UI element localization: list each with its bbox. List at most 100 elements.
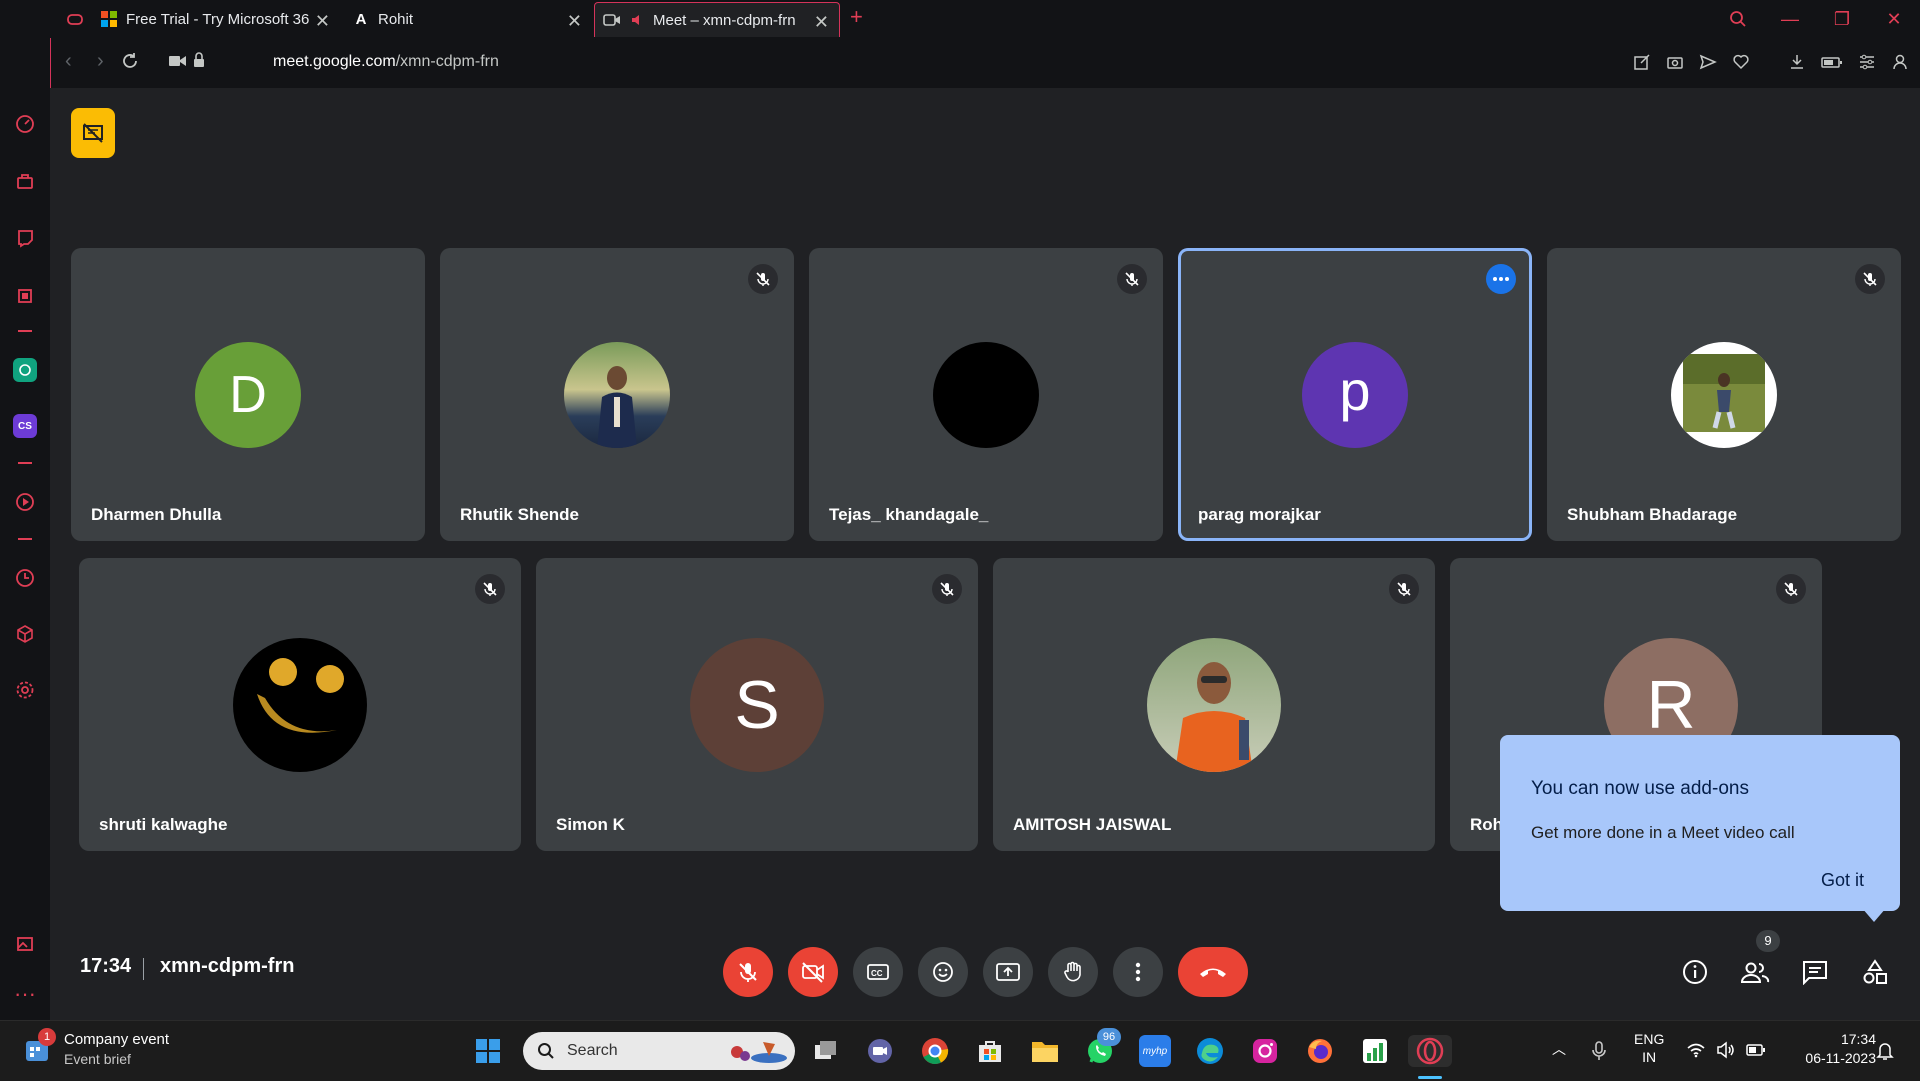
battery-saver-icon[interactable] (1821, 53, 1843, 71)
language-line1: ENG (1634, 1031, 1665, 1047)
got-it-button[interactable]: Got it (1821, 870, 1864, 891)
lock-icon[interactable] (193, 52, 205, 68)
start-button[interactable] (472, 1035, 504, 1067)
show-hidden-icons-chevron-icon[interactable]: ︿ (1552, 1039, 1566, 1059)
presentation-off-icon[interactable] (71, 108, 115, 158)
participant-tile-active[interactable]: p parag morajkar (1178, 248, 1532, 541)
participant-tile[interactable]: Rhutik Shende (440, 248, 794, 541)
file-explorer-button[interactable] (1029, 1035, 1061, 1067)
present-button[interactable] (983, 947, 1033, 997)
camera-indicator-icon[interactable] (169, 54, 187, 68)
notification-bell-icon[interactable] (1876, 1041, 1894, 1061)
history-icon[interactable] (13, 566, 37, 590)
chat-button[interactable] (1795, 952, 1835, 992)
meeting-details-button[interactable] (1675, 952, 1715, 992)
minimize-button[interactable]: — (1764, 9, 1816, 30)
opera-taskbar-button[interactable] (1408, 1035, 1452, 1067)
search-tabs-icon[interactable] (1712, 10, 1764, 28)
emoji-icon (933, 962, 953, 982)
firefox-button[interactable] (1304, 1035, 1336, 1067)
close-tab-icon[interactable]: ✕ (567, 11, 582, 32)
participant-tile[interactable]: shruti kalwaghe (79, 558, 521, 851)
chatgpt-icon[interactable] (13, 358, 37, 382)
cpu-icon[interactable] (13, 284, 37, 308)
meeting-code: xmn-cdpm-frn (160, 955, 295, 977)
chrome-icon (922, 1038, 949, 1064)
widget-title[interactable]: Company event (64, 1031, 169, 1048)
participant-name: Simon K (556, 815, 625, 834)
mic-toggle-button[interactable] (723, 947, 773, 997)
reload-icon[interactable] (121, 52, 139, 70)
close-window-button[interactable]: ✕ (1868, 9, 1920, 30)
twitch-icon[interactable] (13, 226, 37, 250)
chatsonic-icon[interactable]: CS (13, 414, 37, 438)
edge-button[interactable] (1194, 1035, 1226, 1067)
stocks-app-button[interactable] (1359, 1035, 1391, 1067)
more-options-icon[interactable] (1486, 264, 1516, 294)
close-tab-icon[interactable]: ✕ (814, 12, 829, 33)
avatar-photo (564, 342, 670, 448)
participant-tile[interactable]: D Dharmen Dhulla (71, 248, 425, 541)
hang-up-icon (1200, 968, 1226, 977)
task-view-button[interactable] (810, 1035, 842, 1067)
activities-button[interactable] (1855, 952, 1895, 992)
tab-microsoft[interactable]: Free Trial - Try Microsoft 36 ✕ (100, 2, 340, 36)
send-icon[interactable] (1699, 53, 1717, 71)
reactions-button[interactable] (918, 947, 968, 997)
captions-button[interactable]: CC (853, 947, 903, 997)
close-tab-icon[interactable]: ✕ (315, 11, 330, 32)
wifi-icon[interactable] (1686, 1042, 1706, 1058)
battery-icon[interactable] (1746, 1043, 1766, 1057)
pinboard-icon[interactable] (13, 932, 37, 956)
tab-meet[interactable]: Meet – xmn-cdpm-frn ✕ (594, 2, 840, 37)
more-options-button[interactable] (1113, 947, 1163, 997)
microphone-icon[interactable] (1592, 1041, 1606, 1061)
cube-icon[interactable] (13, 622, 37, 646)
language-indicator[interactable]: ENG IN (1634, 1031, 1664, 1065)
meeting-time: 17:34 (80, 955, 132, 977)
meet-icon (603, 11, 621, 29)
settings-gear-icon[interactable] (13, 678, 37, 702)
store-button[interactable] (974, 1035, 1006, 1067)
speed-dial-icon[interactable] (13, 112, 37, 136)
more-dots-icon[interactable]: ··· (13, 981, 37, 1006)
forward-button[interactable]: › (97, 50, 104, 73)
search-placeholder: Search (567, 1042, 618, 1059)
edge-icon (1197, 1038, 1223, 1064)
maximize-button[interactable]: ❐ (1816, 9, 1868, 30)
url-field[interactable]: meet.google.com/xmn-cdpm-frn (273, 53, 499, 71)
clock-time: 17:34 (1840, 1031, 1876, 1047)
participant-tile[interactable]: Tejas_ khandagale_ (809, 248, 1163, 541)
edit-icon[interactable] (1633, 53, 1651, 71)
taskbar-search[interactable]: Search (523, 1032, 795, 1070)
new-tab-button[interactable]: + (850, 4, 863, 30)
system-clock[interactable]: 17:34 06-11-2023 (1780, 1031, 1876, 1066)
teams-chat-button[interactable] (864, 1035, 896, 1067)
speaker-icon[interactable] (629, 11, 647, 29)
leave-call-button[interactable] (1178, 947, 1248, 997)
people-button[interactable] (1735, 952, 1775, 992)
easy-setup-icon[interactable] (1858, 53, 1876, 71)
participant-tile[interactable]: S Simon K (536, 558, 978, 851)
instagram-button[interactable] (1249, 1035, 1281, 1067)
player-icon[interactable] (13, 490, 37, 514)
snapshot-icon[interactable] (1666, 53, 1684, 71)
participant-tile[interactable]: AMITOSH JAISWAL (993, 558, 1435, 851)
bag-icon[interactable] (13, 169, 37, 193)
mytvp-app-button[interactable]: myhp (1139, 1035, 1171, 1067)
download-icon[interactable] (1788, 53, 1806, 71)
store-icon (979, 1041, 1001, 1062)
avatar-initial: D (229, 366, 267, 424)
avatar-photo (1147, 638, 1281, 772)
tab-rohit[interactable]: A Rohit ✕ (352, 2, 592, 36)
camera-toggle-button[interactable] (788, 947, 838, 997)
gx-corner-icon[interactable] (66, 10, 84, 28)
raise-hand-button[interactable] (1048, 947, 1098, 997)
back-button[interactable]: ‹ (65, 50, 72, 73)
tab-label: Meet – xmn-cdpm-frn (653, 11, 796, 29)
chrome-button[interactable] (919, 1035, 951, 1067)
volume-icon[interactable] (1716, 1041, 1736, 1059)
participant-tile[interactable]: Shubham Bhadarage (1547, 248, 1901, 541)
heart-icon[interactable] (1732, 53, 1750, 71)
profile-icon[interactable] (1891, 53, 1909, 71)
